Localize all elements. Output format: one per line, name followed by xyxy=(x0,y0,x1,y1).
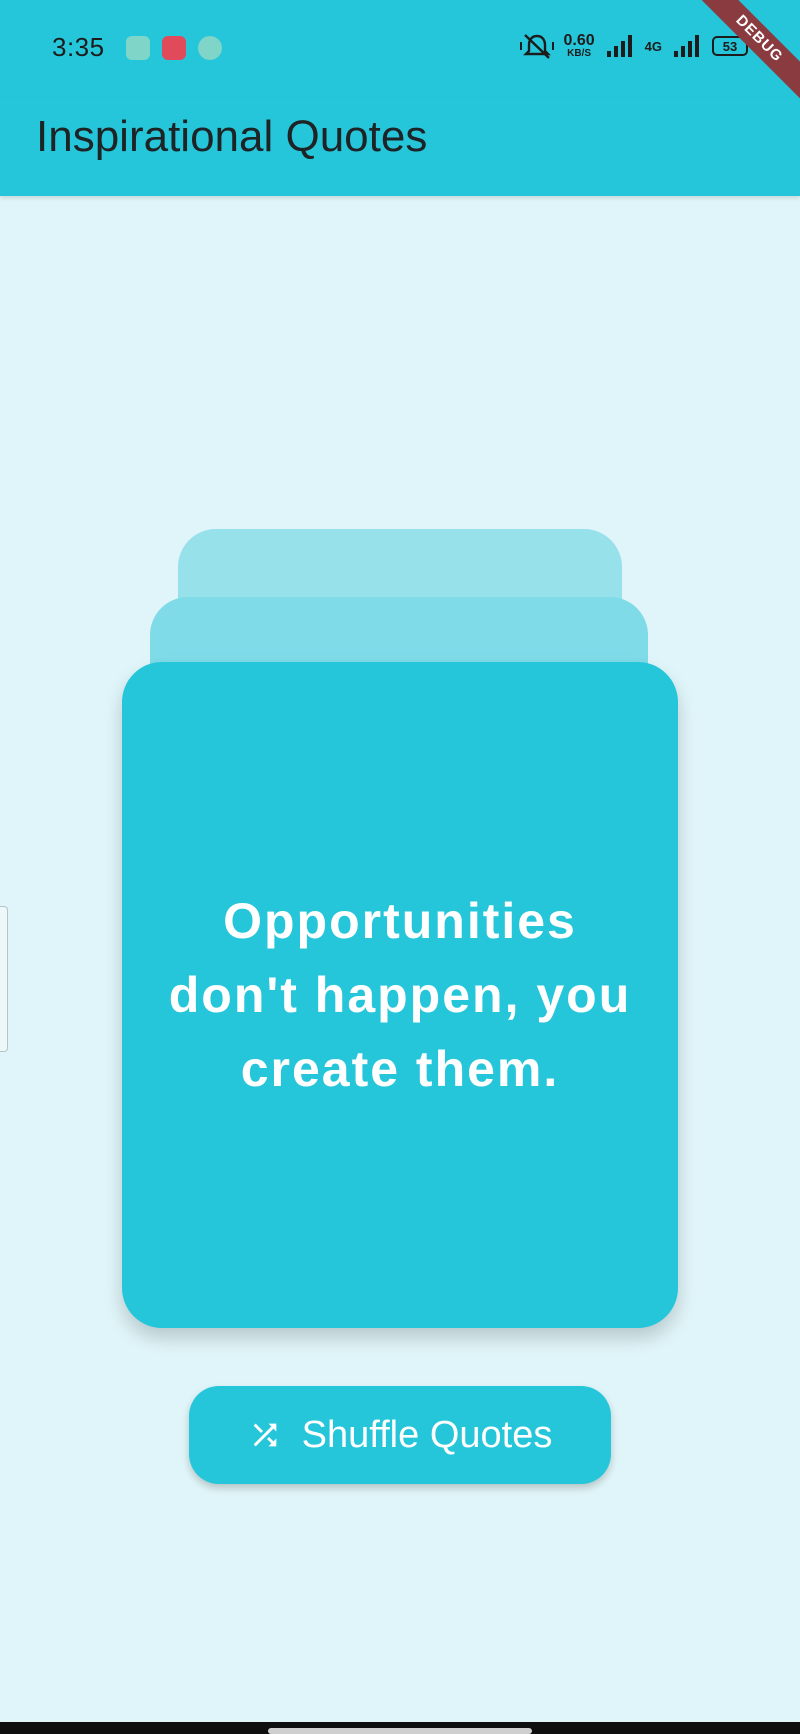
quote-text: Opportunities don't happen, you create t… xyxy=(168,893,632,1097)
network-speed: 0.60 KB/S xyxy=(564,33,595,59)
signal-strength-icon xyxy=(606,35,632,57)
app-bar: Inspirational Quotes xyxy=(0,98,800,196)
screen: 3:35 0.60 KB/S 4G 53 DEBUG Inspirational… xyxy=(0,0,800,1734)
notification-icons xyxy=(126,36,222,60)
status-time: 3:35 xyxy=(52,32,105,62)
shuffle-icon xyxy=(253,1423,276,1447)
shuffle-quotes-label: Shuffle Quotes xyxy=(301,1413,553,1456)
gallery-app-icon xyxy=(126,36,150,60)
network-type-label: 4G xyxy=(644,38,662,54)
navigation-bar xyxy=(0,1722,800,1734)
system-icons: 0.60 KB/S 4G 53 xyxy=(519,32,748,60)
shuffle-quotes-button[interactable]: Shuffle Quotes xyxy=(189,1386,611,1484)
camera-app-icon xyxy=(198,36,222,60)
battery-level: 53 xyxy=(722,38,738,54)
network-speed-unit: KB/S xyxy=(567,48,592,59)
signal-strength-4g-icon xyxy=(674,35,699,57)
quote-card[interactable]: Opportunities don't happen, you create t… xyxy=(122,662,678,1328)
network-speed-value: 0.60 xyxy=(563,32,595,49)
app-title: Inspirational Quotes xyxy=(36,112,428,161)
home-gesture-handle[interactable] xyxy=(268,1728,532,1734)
edge-panel-handle[interactable] xyxy=(0,906,8,1052)
vibrate-bell-off-icon xyxy=(519,34,554,59)
status-bar: 3:35 0.60 KB/S 4G 53 DEBUG xyxy=(0,0,800,109)
screen-recorder-icon xyxy=(162,36,186,60)
